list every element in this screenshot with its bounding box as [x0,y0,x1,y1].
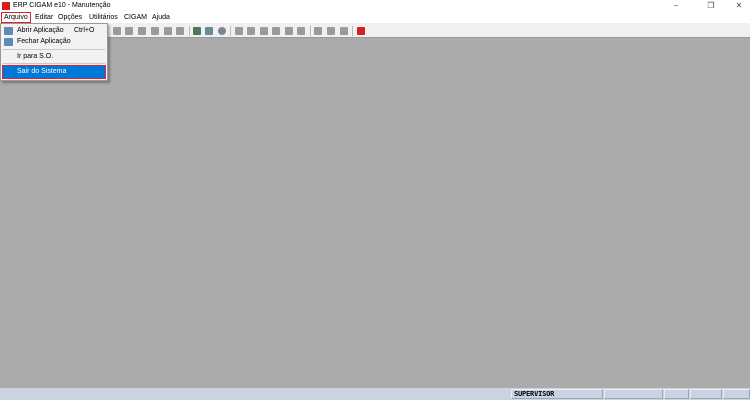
toolbar-button[interactable] [193,27,201,35]
menu-utilitarios[interactable]: Utilitários [89,14,118,21]
restore-button[interactable]: ❐ [701,1,721,10]
toolbar-button[interactable] [247,27,255,35]
toolbar-button[interactable] [125,27,133,35]
menu-item-abrir-aplicacao[interactable]: Abrir Aplicação [17,27,64,34]
exit-icon[interactable] [357,27,365,35]
menu-bar: Editar Opções Utilitários CIGAM Ajuda [0,12,750,23]
menu-editar[interactable]: Editar [35,14,53,21]
toolbar-separator [189,26,190,36]
paste-icon[interactable] [340,27,348,35]
app-logo-icon [2,2,10,10]
menu-arquivo[interactable]: Arquivo [1,12,31,23]
toolbar-button[interactable] [113,27,121,35]
status-panel [723,389,750,399]
status-panel [664,389,689,399]
toolbar-button[interactable] [260,27,268,35]
arquivo-dropdown: Abrir Aplicação Ctrl+O Fechar Aplicação … [0,23,108,81]
open-app-icon [4,27,13,35]
toolbar-button[interactable] [297,27,305,35]
print-icon[interactable] [218,27,226,35]
title-bar: ERP CIGAM e10 - Manutenção – ❐ ✕ [0,0,750,12]
shortcut-label: Ctrl+O [74,27,95,34]
copy-icon[interactable] [327,27,335,35]
menu-ajuda[interactable]: Ajuda [152,14,170,21]
toolbar-button[interactable] [235,27,243,35]
toolbar-button[interactable] [176,27,184,35]
minimize-button[interactable]: – [666,1,686,10]
menu-item-sair-do-sistema[interactable]: Sair do Sistema [2,65,106,79]
workspace [0,38,750,388]
toolbar-button[interactable] [164,27,172,35]
window-title: ERP CIGAM e10 - Manutenção [13,2,111,9]
toolbar-separator [230,26,231,36]
toolbar-button[interactable] [272,27,280,35]
toolbar-button[interactable] [151,27,159,35]
toolbar-button[interactable] [285,27,293,35]
cut-icon[interactable] [314,27,322,35]
menu-cigam[interactable]: CIGAM [124,14,147,21]
menu-item-ir-para-so[interactable]: Ir para S.O. [17,53,53,60]
menu-separator [3,49,105,50]
toolbar-button[interactable] [205,27,213,35]
status-panel [604,389,663,399]
menu-item-label: Sair do Sistema [17,68,67,75]
status-panel [690,389,722,399]
menu-opcoes[interactable]: Opções [58,14,82,21]
toolbar-button[interactable] [138,27,146,35]
status-user: SUPERVISOR [511,389,603,399]
menu-item-fechar-aplicacao[interactable]: Fechar Aplicação [17,38,71,45]
toolbar-separator [352,26,353,36]
status-bar: SUPERVISOR [0,388,750,400]
menu-separator [3,63,105,64]
close-button[interactable]: ✕ [729,1,749,10]
toolbar-separator [310,26,311,36]
toolbar [0,23,750,38]
close-app-icon [4,38,13,46]
